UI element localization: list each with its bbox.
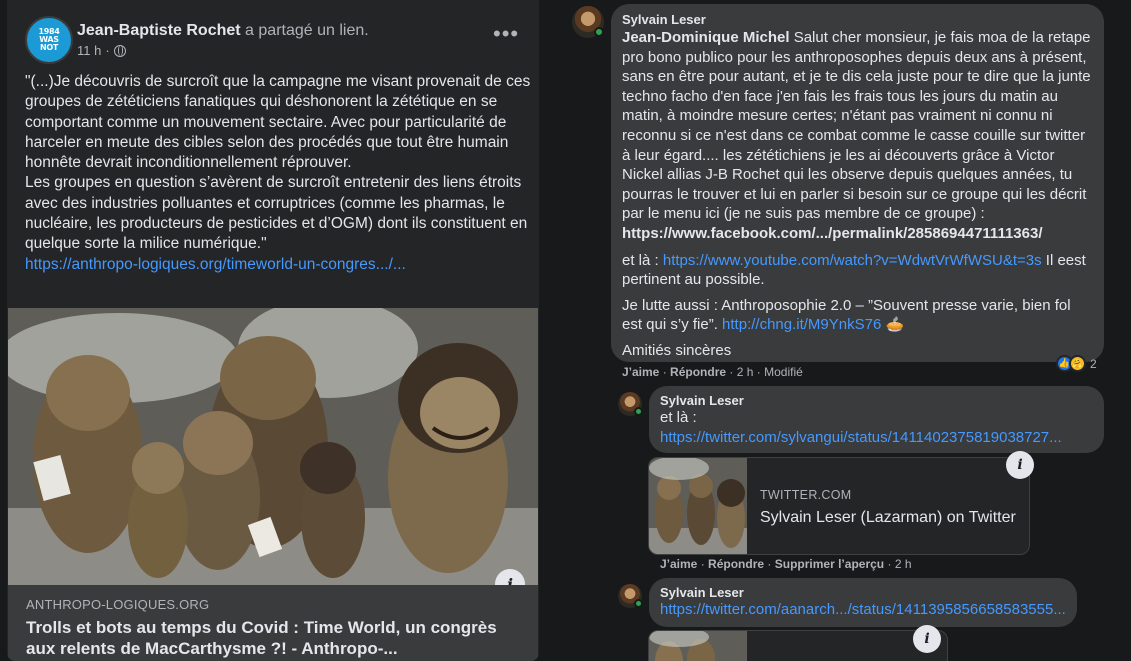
link-domain: ANTHROPO-LOGIQUES.ORG	[26, 597, 210, 612]
info-icon[interactable]: i	[913, 625, 941, 653]
trolls-thumbnail	[649, 458, 747, 554]
comment-paragraph-3: Je lutte aussi : Anthroposophie 2.0 – ”S…	[622, 296, 1071, 334]
reply-button[interactable]: Répondre	[708, 557, 764, 571]
post-meta: 11 h ·	[77, 43, 126, 58]
reply-bubble: Sylvain Leser https://twitter.com/aanarc…	[649, 578, 1077, 627]
shared-post: 1984 WAS NOT Jean-Baptiste Rochet a part…	[7, 0, 539, 661]
change-org-link[interactable]: http://chng.it/M9YnkS76	[722, 316, 881, 333]
link-title[interactable]: Trolls et bots au temps du Covid : Time …	[26, 617, 521, 659]
comment-paragraph-1: Salut cher monsieur, je fais moa de la r…	[622, 29, 1091, 223]
twitter-preview-domain: TWITTER.COM	[760, 488, 852, 502]
remove-preview-button[interactable]: Supprimer l’aperçu	[775, 557, 884, 571]
reply-time[interactable]: 2 h	[895, 557, 912, 571]
author-name[interactable]: Jean-Baptiste Rochet	[77, 22, 241, 39]
post-paragraph-2: Les groupes en question s’avèrent de sur…	[25, 174, 528, 253]
twitter-preview-card[interactable]	[648, 630, 948, 661]
meta-separator: ·	[105, 43, 110, 58]
comment-author[interactable]: Sylvain Leser	[622, 12, 1093, 27]
like-button[interactable]: J’aime	[622, 365, 659, 379]
reply-button[interactable]: Répondre	[670, 365, 726, 379]
comment-actions: J’aime · Répondre · 2 h · Modifié	[622, 365, 803, 379]
reaction-summary[interactable]: 👍 🤗 2	[1056, 355, 1097, 372]
post-header: Jean-Baptiste Rochet a partagé un lien.	[77, 22, 369, 40]
info-icon[interactable]: i	[1006, 451, 1034, 479]
reaction-count: 2	[1090, 356, 1097, 371]
reply-bubble: Sylvain Leser et là : https://twitter.co…	[649, 386, 1104, 453]
link-preview-image[interactable]: i	[8, 308, 538, 585]
comment-text: Jean-Dominique Michel Salut cher monsieu…	[622, 28, 1093, 244]
author-avatar[interactable]: 1984 WAS NOT	[25, 16, 73, 64]
twitter-preview-thumbnail	[649, 458, 747, 554]
post-link[interactable]: https://anthropo-logiques.org/timeworld-…	[25, 256, 406, 273]
edited-label[interactable]: Modifié	[764, 365, 803, 379]
online-status-icon	[634, 599, 643, 608]
twitter-preview-card[interactable]: TWITTER.COM Sylvain Leser (Lazarman) on …	[648, 457, 1030, 555]
comment-paragraph-2: et là : https://www.youtube.com/watch?v=…	[622, 251, 1086, 289]
post-action-text: a partagé un lien.	[245, 22, 369, 39]
reply-text: et là :	[660, 409, 697, 426]
reply-actions: J’aime · Répondre · Supprimer l’aperçu ·…	[660, 557, 912, 571]
mention[interactable]: Jean-Dominique Michel	[622, 29, 790, 46]
like-button[interactable]: J’aime	[660, 557, 697, 571]
post-paragraph-1: "(...)Je découvris de surcroît que la ca…	[25, 73, 531, 172]
twitter-link[interactable]: https://twitter.com/sylvangui/status/141…	[660, 429, 1062, 446]
post-body: "(...)Je découvris de surcroît que la ca…	[25, 72, 531, 275]
reply-author[interactable]: Sylvain Leser	[660, 585, 1066, 600]
twitter-preview-title[interactable]: Sylvain Leser (Lazarman) on Twitter	[760, 509, 1016, 527]
comment-time[interactable]: 2 h	[737, 365, 754, 379]
care-icon: 🤗	[1069, 355, 1086, 372]
avatar-logo: 1984 WAS NOT	[38, 27, 60, 52]
youtube-link[interactable]: https://www.youtube.com/watch?v=WdwtVrWf…	[663, 252, 1042, 269]
globe-icon[interactable]	[113, 44, 126, 57]
comment-bubble: Sylvain Leser Jean-Dominique Michel Salu…	[611, 4, 1104, 362]
trolls-thumbnail	[649, 631, 747, 661]
more-options-icon[interactable]: •••	[493, 23, 519, 45]
link-preview[interactable]: ANTHROPO-LOGIQUES.ORG Trolls et bots au …	[8, 585, 538, 661]
online-status-icon	[594, 27, 604, 37]
reply-author[interactable]: Sylvain Leser	[660, 393, 1093, 408]
trolls-photo	[8, 308, 538, 585]
facebook-link[interactable]: https://www.facebook.com/.../permalink/2…	[622, 225, 1043, 242]
post-time[interactable]: 11 h	[77, 43, 101, 58]
online-status-icon	[634, 407, 643, 416]
pie-emoji-icon: 🥧	[881, 316, 905, 334]
twitter-link[interactable]: https://twitter.com/aanarch.../status/14…	[660, 601, 1066, 618]
comment-paragraph-4: Amitiés sincères	[622, 341, 732, 359]
